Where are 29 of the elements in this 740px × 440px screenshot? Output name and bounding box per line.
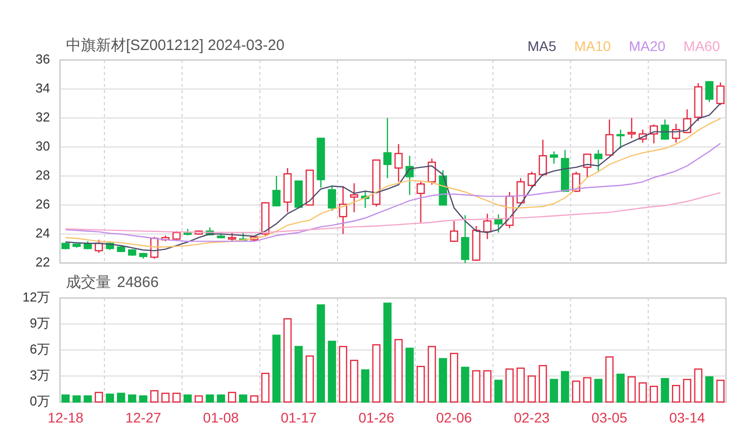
axis-label: 0万 xyxy=(30,393,50,408)
axis-label: 9万 xyxy=(30,315,50,330)
axis-label: 28 xyxy=(36,167,50,182)
volume-title: 成交量 xyxy=(66,272,111,293)
date-label: 01-08 xyxy=(203,410,239,426)
legend-label: MA60 xyxy=(683,36,720,56)
date-label: 02-06 xyxy=(436,410,472,426)
chart-title: 中旗新材[SZ001212] 2024-03-20 xyxy=(66,36,284,56)
axis-label: 24 xyxy=(36,225,50,240)
volume-value: 24866 xyxy=(117,272,159,293)
legend-label: MA20 xyxy=(628,36,666,56)
axis-label: 22 xyxy=(36,254,50,270)
date-label: 03-05 xyxy=(592,410,628,426)
axis-label: 26 xyxy=(36,196,50,212)
axis-label: 34 xyxy=(36,80,50,96)
date-label: 03-14 xyxy=(669,410,706,426)
axis-label: 6万 xyxy=(30,341,50,356)
axis-label: 3万 xyxy=(30,367,50,382)
axis-label: 30 xyxy=(36,138,50,154)
date-label: 01-17 xyxy=(280,410,317,426)
axis-label: 12万 xyxy=(22,289,50,304)
axis-label: 32 xyxy=(36,109,50,124)
legend-label: MA5 xyxy=(527,36,556,56)
legend-label: MA10 xyxy=(574,36,611,56)
date-label: 12-27 xyxy=(125,410,162,426)
date-label: 12-18 xyxy=(48,410,84,426)
axis-label: 36 xyxy=(36,51,50,66)
date-label: 01-26 xyxy=(358,410,394,426)
date-label: 02-23 xyxy=(514,410,550,426)
